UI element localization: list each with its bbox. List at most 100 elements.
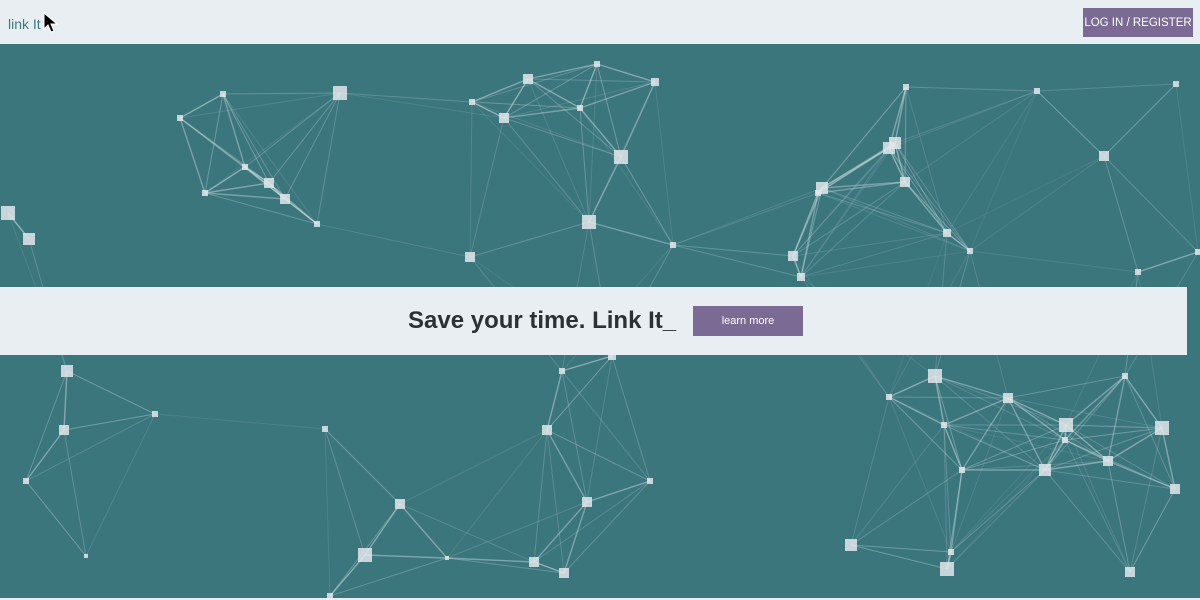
network-node xyxy=(845,539,857,551)
network-link xyxy=(324,428,366,556)
network-node xyxy=(220,91,226,97)
network-link xyxy=(579,63,598,109)
network-link xyxy=(800,232,948,278)
network-link xyxy=(533,429,548,563)
network-node xyxy=(559,368,565,374)
hero-headline: Save your time. Link It_ xyxy=(408,307,677,334)
network-link xyxy=(943,397,1009,426)
network-node xyxy=(23,233,35,245)
network-link xyxy=(1161,427,1176,490)
network-link xyxy=(503,78,529,119)
network-link xyxy=(399,503,448,559)
network-link xyxy=(66,370,156,415)
network-node xyxy=(594,61,600,67)
network-node xyxy=(358,548,372,562)
network-link xyxy=(943,424,1109,462)
network-link xyxy=(672,244,794,257)
network-node xyxy=(465,252,475,262)
hero-section: Save your time. Link It_ learn more xyxy=(0,44,1200,598)
cursor-icon xyxy=(43,12,59,33)
network-node xyxy=(314,221,320,227)
network-node xyxy=(177,115,183,121)
network-link xyxy=(596,63,656,83)
network-node xyxy=(1059,418,1073,432)
network-link xyxy=(894,90,1038,144)
network-node xyxy=(1062,437,1068,443)
network-link xyxy=(329,557,448,597)
network-link xyxy=(471,78,529,103)
network-link xyxy=(284,92,341,200)
network-node xyxy=(59,425,69,435)
network-link xyxy=(503,117,622,158)
network-link xyxy=(792,232,948,257)
network-link xyxy=(850,424,945,546)
network-link xyxy=(905,86,1038,92)
network-link xyxy=(469,221,590,258)
network-node xyxy=(469,99,475,105)
network-link xyxy=(204,182,270,194)
network-node xyxy=(523,74,533,84)
network-link xyxy=(25,480,87,557)
network-node xyxy=(1034,88,1040,94)
network-node xyxy=(959,467,965,473)
network-link xyxy=(324,428,331,597)
network-link xyxy=(1107,460,1131,573)
network-link xyxy=(1175,83,1199,253)
network-node xyxy=(1135,269,1141,275)
network-link xyxy=(934,375,1046,471)
network-link xyxy=(904,86,907,183)
network-link xyxy=(222,92,341,95)
network-link xyxy=(63,413,156,431)
network-link xyxy=(588,63,598,223)
network-link xyxy=(179,92,341,119)
network-link xyxy=(527,78,581,109)
network-node xyxy=(559,568,569,578)
network-link xyxy=(1129,427,1163,573)
network-link xyxy=(946,155,1105,234)
login-register-button[interactable]: LOG IN / REGISTER xyxy=(1083,8,1193,37)
network-node xyxy=(542,425,552,435)
network-node xyxy=(1195,249,1200,255)
network-link xyxy=(1065,424,1131,573)
network-node xyxy=(242,164,248,170)
site-logo[interactable]: link It xyxy=(8,16,41,32)
network-node xyxy=(797,273,805,281)
hero-banner: Save your time. Link It_ learn more xyxy=(0,287,1187,355)
network-link xyxy=(946,469,1046,570)
network-link xyxy=(316,92,341,225)
network-link xyxy=(563,501,588,574)
network-node xyxy=(499,113,509,123)
network-node xyxy=(670,242,676,248)
network-node xyxy=(900,177,910,187)
network-node xyxy=(280,194,290,204)
network-node xyxy=(928,369,942,383)
network-link xyxy=(969,250,1139,273)
learn-more-button[interactable]: learn more xyxy=(693,306,803,336)
network-node xyxy=(202,190,208,196)
network-node xyxy=(1003,393,1013,403)
network-link xyxy=(950,397,1009,553)
network-link xyxy=(561,370,588,503)
network-node xyxy=(84,554,88,558)
network-link xyxy=(85,413,156,557)
network-link xyxy=(588,221,674,246)
network-link xyxy=(471,101,590,223)
network-link xyxy=(1036,83,1177,92)
network-link xyxy=(222,93,318,225)
network-link xyxy=(579,81,656,109)
network-node xyxy=(967,248,973,254)
network-link xyxy=(904,90,1038,183)
network-link xyxy=(1103,83,1177,157)
network-node xyxy=(1099,151,1109,161)
network-link xyxy=(888,396,952,553)
network-node xyxy=(1155,421,1169,435)
network-node xyxy=(941,422,947,428)
network-link xyxy=(1007,397,1067,426)
network-link xyxy=(179,117,206,194)
network-link xyxy=(672,244,802,278)
network-link xyxy=(894,86,907,144)
network-node xyxy=(582,215,596,229)
network-link xyxy=(654,81,674,246)
network-link xyxy=(946,90,1038,234)
network-node xyxy=(614,150,628,164)
